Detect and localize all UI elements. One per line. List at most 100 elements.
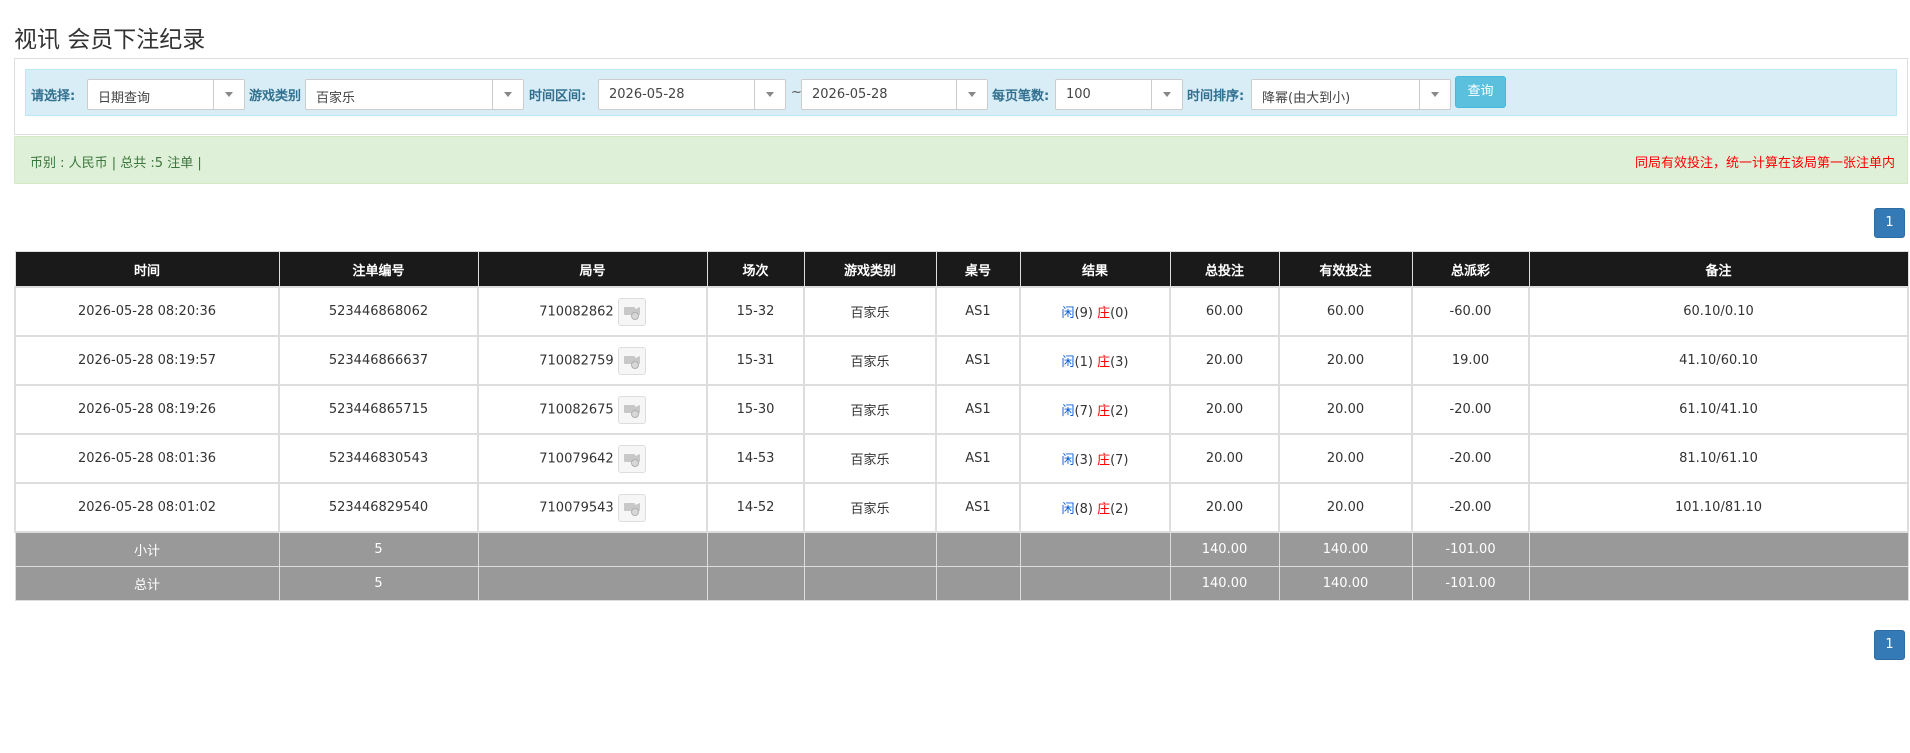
cell-payout: -20.00 [1411, 482, 1530, 533]
column-header: 游戏类别 [803, 251, 937, 288]
chevron-down-icon[interactable] [213, 80, 244, 109]
grand-total-valid-bet: 140.00 [1278, 566, 1413, 601]
video-replay-icon[interactable] [617, 493, 646, 522]
chevron-down-icon[interactable] [1151, 80, 1182, 109]
game-type-select[interactable]: 百家乐 [305, 79, 524, 110]
result-player-value: (7) [1074, 404, 1093, 419]
chevron-down-icon[interactable] [1419, 80, 1450, 109]
result-player-value: (8) [1074, 502, 1093, 517]
cell-note: 60.10/0.10 [1528, 286, 1909, 337]
chevron-down-icon[interactable] [956, 80, 987, 109]
round-no-text: 710082862 [539, 304, 614, 319]
subtotal-row: 小计 5 140.00 140.00 -101.00 [14, 531, 1909, 567]
cell-result: 闲(8) 庄(2) [1019, 482, 1171, 533]
round-no-text: 710079543 [539, 500, 614, 515]
cell-round-no: 710079543 [477, 482, 708, 533]
cell-session: 15-32 [706, 286, 805, 337]
column-header: 时间 [14, 251, 280, 288]
video-replay-icon[interactable] [617, 444, 646, 473]
cell-session: 14-52 [706, 482, 805, 533]
result-banker-value: (2) [1110, 404, 1129, 419]
cell-bet-no: 523446830543 [278, 433, 479, 484]
cell-table: AS1 [935, 433, 1021, 484]
video-replay-icon[interactable] [617, 395, 646, 424]
column-header: 注单编号 [278, 251, 479, 288]
result-player-label: 闲 [1061, 355, 1075, 370]
cell-session: 14-53 [706, 433, 805, 484]
cell-note: 41.10/60.10 [1528, 335, 1909, 386]
cell-round-no: 710082759 [477, 335, 708, 386]
table-row: 2026-05-28 08:01:36 523446830543 710079642… [14, 433, 1909, 484]
column-header: 局号 [477, 251, 708, 288]
video-replay-icon[interactable] [617, 346, 646, 375]
query-type-value: 日期查询 [98, 91, 151, 106]
query-type-select[interactable]: 日期查询 [87, 79, 245, 110]
cell-game: 百家乐 [803, 433, 937, 484]
result-banker-label: 庄 [1097, 306, 1111, 321]
cell-note: 81.10/61.10 [1528, 433, 1909, 484]
subtotal-valid-bet: 140.00 [1278, 531, 1413, 567]
result-banker-value: (3) [1110, 355, 1129, 370]
sort-label: 时间排序: [1187, 89, 1245, 104]
subtotal-total-bet: 140.00 [1169, 531, 1280, 567]
cell-result: 闲(9) 庄(0) [1019, 286, 1171, 337]
grand-total-count: 5 [278, 566, 479, 601]
cell-note: 61.10/41.10 [1528, 384, 1909, 435]
result-player-value: (3) [1074, 453, 1093, 468]
column-header: 场次 [706, 251, 805, 288]
select-label: 请选择: [31, 89, 76, 104]
cell-total-bet: 20.00 [1169, 384, 1280, 435]
chevron-down-icon[interactable] [492, 80, 523, 109]
per-page-value: 100 [1066, 87, 1091, 102]
cell-payout: 19.00 [1411, 335, 1530, 386]
cell-bet-no: 523446866637 [278, 335, 479, 386]
cell-total-bet: 20.00 [1169, 335, 1280, 386]
pagination-top-page[interactable]: 1 [1874, 208, 1905, 238]
chevron-down-icon[interactable] [754, 80, 785, 109]
result-player-label: 闲 [1061, 404, 1075, 419]
result-player-value: (9) [1074, 306, 1093, 321]
game-type-label: 游戏类别 [249, 89, 302, 104]
cell-total-bet: 20.00 [1169, 433, 1280, 484]
table-row: 2026-05-28 08:20:36 523446868062 710082862… [14, 286, 1909, 337]
cell-table: AS1 [935, 482, 1021, 533]
end-date-value: 2026-05-28 [812, 87, 888, 102]
per-page-select[interactable]: 100 [1055, 79, 1183, 110]
grand-total-row: 总计 5 140.00 140.00 -101.00 [14, 566, 1909, 601]
column-header: 桌号 [935, 251, 1021, 288]
cell-bet-no: 523446868062 [278, 286, 479, 337]
per-page-label: 每页笔数: [992, 89, 1050, 104]
page-title: 视讯 会员下注纪录 [14, 27, 206, 53]
start-date-select[interactable]: 2026-05-28 [598, 79, 786, 110]
cell-payout: -20.00 [1411, 384, 1530, 435]
result-player-label: 闲 [1061, 453, 1075, 468]
cell-round-no: 710079642 [477, 433, 708, 484]
query-button[interactable]: 查询 [1455, 76, 1506, 108]
result-banker-value: (0) [1110, 306, 1129, 321]
round-no-text: 710082759 [539, 353, 614, 368]
result-player-value: (1) [1074, 355, 1093, 370]
result-banker-label: 庄 [1097, 404, 1111, 419]
round-no-text: 710079642 [539, 451, 614, 466]
subtotal-count: 5 [278, 531, 479, 567]
sort-select[interactable]: 降幂(由大到小) [1251, 79, 1451, 110]
table-row: 2026-05-28 08:19:57 523446866637 710082759… [14, 335, 1909, 386]
cell-round-no: 710082675 [477, 384, 708, 435]
table-header-row: 时间 注单编号 局号 场次 游戏类别 桌号 结果 总投注 有效投注 总派彩 备注 [14, 251, 1909, 288]
cell-valid-bet: 60.00 [1278, 286, 1413, 337]
cell-bet-no: 523446829540 [278, 482, 479, 533]
grand-total-label: 总计 [14, 566, 280, 601]
cell-time: 2026-05-28 08:19:57 [14, 335, 280, 386]
cell-bet-no: 523446865715 [278, 384, 479, 435]
result-banker-value: (7) [1110, 453, 1129, 468]
result-banker-value: (2) [1110, 502, 1129, 517]
pagination-bottom-page[interactable]: 1 [1874, 630, 1905, 660]
end-date-select[interactable]: 2026-05-28 [801, 79, 988, 110]
cell-valid-bet: 20.00 [1278, 433, 1413, 484]
cell-note: 101.10/81.10 [1528, 482, 1909, 533]
cell-round-no: 710082862 [477, 286, 708, 337]
video-replay-icon[interactable] [617, 297, 646, 326]
cell-time: 2026-05-28 08:01:36 [14, 433, 280, 484]
subtotal-payout: -101.00 [1411, 531, 1530, 567]
cell-table: AS1 [935, 384, 1021, 435]
